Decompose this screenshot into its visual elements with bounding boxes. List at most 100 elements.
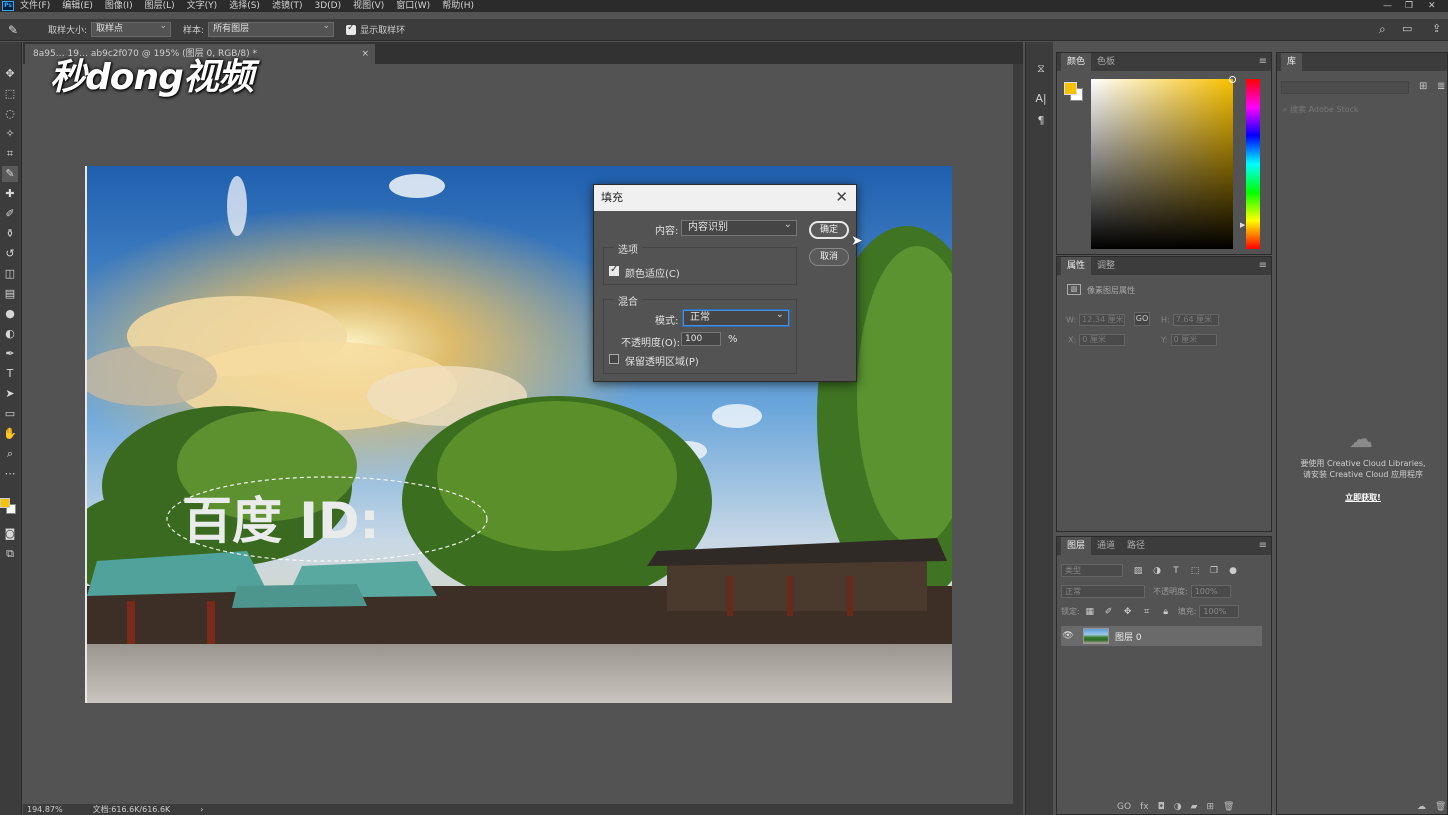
paragraph-panel-icon[interactable]: ¶ <box>1034 114 1048 128</box>
menu-help[interactable]: 帮助(H) <box>442 0 474 12</box>
menu-view[interactable]: 视图(V) <box>353 0 384 12</box>
tab-adjustments[interactable]: 调整 <box>1091 257 1121 275</box>
content-select[interactable]: 内容识别 <box>681 218 797 236</box>
panel-menu-icon[interactable]: ≡ <box>1259 540 1267 551</box>
x-field[interactable]: 0 厘米 <box>1079 334 1126 346</box>
opacity-input[interactable]: 100 <box>681 332 721 346</box>
zoom-readout[interactable]: 194.87% <box>27 805 63 814</box>
layer-name[interactable]: 图层 0 <box>1115 630 1142 643</box>
trash-icon[interactable]: 🗑︎ <box>1223 802 1234 812</box>
search-icon[interactable]: ⌕ <box>1379 22 1386 37</box>
vertical-scrollbar[interactable] <box>1013 64 1023 815</box>
quick-mask-icon[interactable]: ◙ <box>2 526 18 542</box>
filter-smart-icon[interactable]: ❐ <box>1207 566 1221 576</box>
close-tab-icon[interactable]: × <box>361 44 369 64</box>
color-field[interactable] <box>1091 76 1236 249</box>
share-icon[interactable]: ⇪ <box>1432 22 1441 35</box>
y-field[interactable]: 0 厘米 <box>1170 334 1217 346</box>
tab-paths[interactable]: 路径 <box>1121 537 1151 555</box>
maximize-icon[interactable]: ❐ <box>1405 0 1413 12</box>
quick-select-tool-icon[interactable]: ✧ <box>2 126 18 142</box>
adjustment-layer-icon[interactable]: ◑ <box>1174 802 1182 812</box>
clone-stamp-tool-icon[interactable]: ⚱ <box>2 226 18 242</box>
lasso-tool-icon[interactable]: ◌ <box>2 106 18 122</box>
healing-brush-tool-icon[interactable]: ✚ <box>2 186 18 202</box>
close-window-icon[interactable]: ✕ <box>1428 0 1436 12</box>
color-adapt-checkbox[interactable] <box>609 264 619 276</box>
new-group-icon[interactable]: ▰ <box>1191 802 1198 812</box>
dodge-tool-icon[interactable]: ◐ <box>2 326 18 342</box>
crop-tool-icon[interactable]: ⌗ <box>2 146 18 162</box>
marquee-tool-icon[interactable]: ⬚ <box>2 86 18 102</box>
pen-tool-icon[interactable]: ✒ <box>2 346 18 362</box>
color-adapt-label[interactable]: 颜色适应(C) <box>625 265 680 280</box>
link-dimensions-icon[interactable]: GO <box>1134 312 1150 326</box>
eyedropper-tool-icon[interactable]: ✎ <box>2 166 18 182</box>
lock-transparency-icon[interactable]: ▦ <box>1083 607 1097 617</box>
gradient-tool-icon[interactable]: ▤ <box>2 286 18 302</box>
blur-tool-icon[interactable]: ● <box>2 306 18 322</box>
visibility-eye-icon[interactable]: 👁︎ <box>1061 631 1075 641</box>
workspace-icon[interactable]: ▭ <box>1402 22 1412 35</box>
stock-search-input[interactable]: ⌕ 搜索 Adobe Stock <box>1283 104 1359 115</box>
link-layers-icon[interactable]: GO <box>1117 802 1131 812</box>
preserve-transparency-label[interactable]: 保留透明区域(P) <box>625 353 699 368</box>
eraser-tool-icon[interactable]: ◫ <box>2 266 18 282</box>
brush-tool-icon[interactable]: ✐ <box>2 206 18 222</box>
type-tool-icon[interactable]: T <box>2 366 18 382</box>
rectangle-tool-icon[interactable]: ▭ <box>2 406 18 422</box>
tab-libraries[interactable]: 库 <box>1281 53 1303 71</box>
color-picker-ring[interactable] <box>1229 76 1236 83</box>
menu-image[interactable]: 图像(I) <box>105 0 133 12</box>
foreground-swatch[interactable] <box>1064 82 1077 95</box>
move-tool-icon[interactable]: ✥ <box>2 66 18 82</box>
lock-pixels-icon[interactable]: ✐ <box>1102 607 1116 617</box>
tab-layers[interactable]: 图层 <box>1061 537 1092 555</box>
mode-select[interactable]: 正常 <box>683 308 789 326</box>
zoom-tool-icon[interactable]: ⌕ <box>2 446 18 462</box>
preserve-transparency-checkbox[interactable] <box>609 354 619 364</box>
panel-menu-icon[interactable]: ≡ <box>1259 56 1267 67</box>
blend-mode-select[interactable]: 正常 <box>1061 585 1145 598</box>
filter-pixel-icon[interactable]: ▨ <box>1131 566 1145 576</box>
opacity-field[interactable]: 100% <box>1190 585 1231 598</box>
screen-mode-icon[interactable]: ⧉ <box>2 546 18 562</box>
library-trash-icon[interactable]: 🗑︎ <box>1435 802 1446 812</box>
lock-all-icon[interactable]: 🔒︎ <box>1159 607 1173 617</box>
status-arrow-icon[interactable]: › <box>200 805 203 814</box>
tab-swatches[interactable]: 色板 <box>1091 53 1121 71</box>
menu-window[interactable]: 窗口(W) <box>396 0 430 12</box>
character-panel-icon[interactable]: A| <box>1034 92 1048 106</box>
filter-toggle-icon[interactable]: ● <box>1226 566 1240 576</box>
add-mask-icon[interactable]: ◘ <box>1158 802 1165 812</box>
new-layer-icon[interactable]: ⊞ <box>1206 802 1214 812</box>
width-field[interactable]: 12.34 厘米 <box>1079 314 1126 326</box>
library-select[interactable] <box>1281 81 1409 94</box>
menu-file[interactable]: 文件(F) <box>20 0 50 12</box>
layer-filter-select[interactable]: 类型 <box>1061 564 1123 577</box>
foreground-color-swatch[interactable] <box>0 498 10 508</box>
menu-filter[interactable]: 滤镜(T) <box>272 0 303 12</box>
menu-layer[interactable]: 图层(L) <box>145 0 175 12</box>
fill-field[interactable]: 100% <box>1199 605 1240 618</box>
history-brush-tool-icon[interactable]: ↺ <box>2 246 18 262</box>
show-ring-checkbox[interactable] <box>346 23 357 35</box>
hand-tool-icon[interactable]: ✋ <box>2 426 18 442</box>
sample-select[interactable]: 所有图层 <box>208 20 335 37</box>
filter-adjust-icon[interactable]: ◑ <box>1150 566 1164 576</box>
eyedropper-tool-preset-icon[interactable]: ✎ <box>8 23 22 37</box>
hue-slider-arrow-icon[interactable]: ▶ <box>1240 221 1245 229</box>
lock-position-icon[interactable]: ✥ <box>1121 607 1135 617</box>
tab-color[interactable]: 颜色 <box>1061 53 1092 71</box>
history-panel-icon[interactable]: ⧖ <box>1034 62 1048 76</box>
hue-slider[interactable] <box>1246 79 1260 249</box>
cancel-button[interactable]: 取消 <box>809 248 849 266</box>
menu-edit[interactable]: 编辑(E) <box>62 0 93 12</box>
ok-button[interactable]: 确定 <box>809 221 849 239</box>
menu-3d[interactable]: 3D(D) <box>314 0 341 12</box>
tab-properties[interactable]: 属性 <box>1061 257 1092 275</box>
path-select-tool-icon[interactable]: ➤ <box>2 386 18 402</box>
menu-type[interactable]: 文字(Y) <box>187 0 218 12</box>
menu-select[interactable]: 选择(S) <box>229 0 260 12</box>
filter-type-icon[interactable]: T <box>1169 566 1183 576</box>
